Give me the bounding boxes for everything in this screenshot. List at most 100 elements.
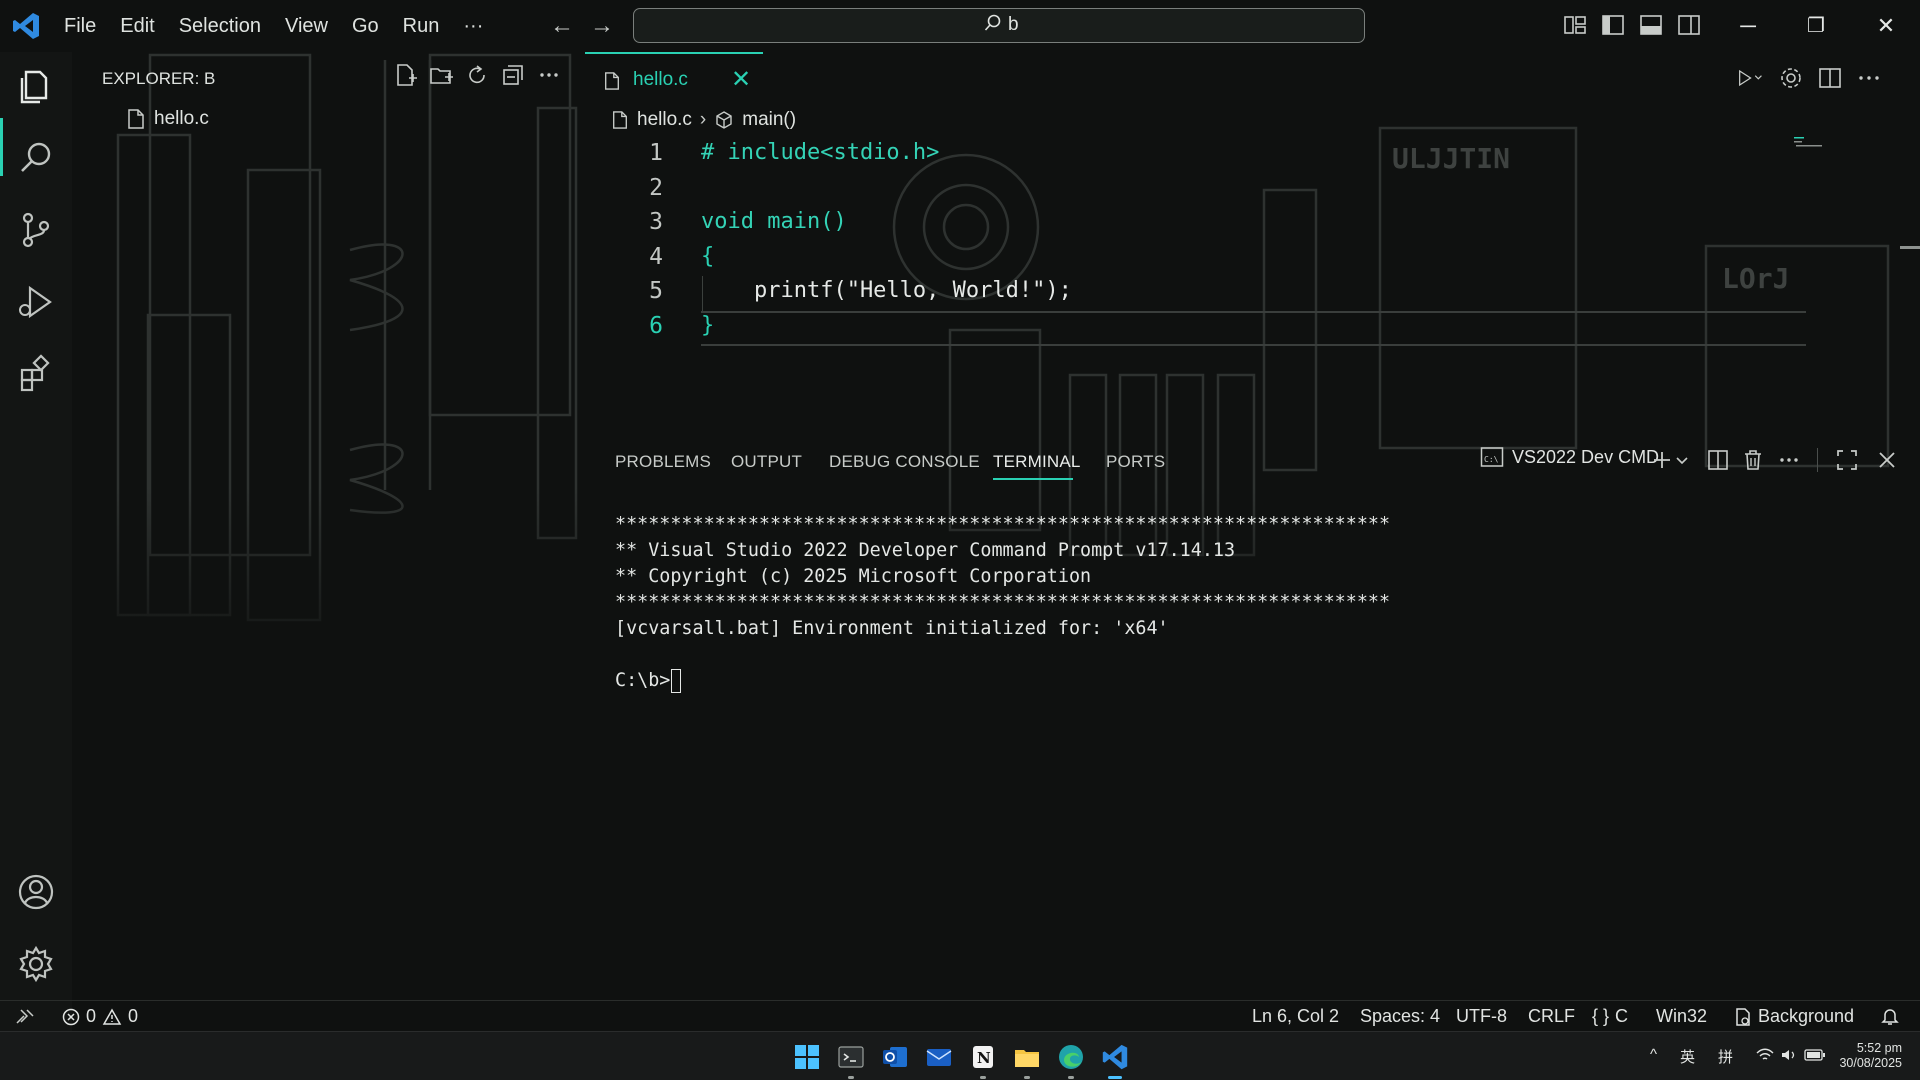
configuration[interactable]: Win32	[1656, 1006, 1707, 1027]
breadcrumb-symbol[interactable]: main()	[742, 109, 796, 131]
run-debug-dropdown-icon[interactable]	[1735, 64, 1763, 92]
menu-go[interactable]: Go	[340, 0, 391, 52]
code-editor[interactable]: 1 # include<stdio.h> 2 3 void main() 4 {…	[585, 136, 1885, 346]
search-query-text: b	[1008, 14, 1019, 35]
ime-language[interactable]: 英	[1680, 1046, 1695, 1067]
toggle-primary-sidebar-icon[interactable]	[1600, 12, 1626, 38]
remote-indicator[interactable]	[14, 1006, 36, 1026]
remote-icon	[16, 1009, 34, 1024]
volume-icon[interactable]	[1780, 1048, 1798, 1062]
chevron-up-icon[interactable]: ^	[1650, 1046, 1657, 1063]
cursor-position[interactable]: Ln 6, Col 2	[1252, 1006, 1339, 1027]
terminal-selector[interactable]: C:\ VS2022 Dev CMD	[1480, 446, 1659, 468]
terminal-line: [vcvarsall.bat] Environment initialized …	[615, 618, 1169, 639]
running-indicator	[1068, 1076, 1074, 1079]
tab-debug-console[interactable]: DEBUG CONSOLE	[829, 452, 980, 472]
vscode-app-icon[interactable]	[1100, 1042, 1130, 1072]
notion-icon[interactable]: N	[968, 1042, 998, 1072]
active-app-indicator	[1108, 1076, 1122, 1079]
windows-start-icon[interactable]	[792, 1042, 822, 1072]
tab-problems[interactable]: PROBLEMS	[615, 452, 711, 472]
run-and-debug-icon[interactable]	[14, 280, 58, 324]
menu-view[interactable]: View	[273, 0, 340, 52]
close-window-button[interactable]: ✕	[1866, 8, 1906, 44]
more-actions-icon[interactable]	[1855, 64, 1883, 92]
command-center-search[interactable]: b	[633, 8, 1365, 43]
wifi-icon[interactable]	[1756, 1048, 1774, 1062]
search-icon[interactable]	[14, 136, 58, 180]
file-icon	[128, 109, 144, 129]
more-actions-icon[interactable]	[536, 62, 562, 88]
new-folder-icon[interactable]	[428, 62, 454, 88]
language-mode[interactable]: { } C	[1592, 1006, 1628, 1027]
encoding[interactable]: UTF-8	[1456, 1006, 1507, 1027]
terminal-app-icon[interactable]	[836, 1042, 866, 1072]
file-tree-item[interactable]: hello.c	[126, 108, 209, 130]
svg-text:N: N	[977, 1049, 991, 1067]
back-arrow-icon[interactable]: ←	[548, 12, 576, 40]
refresh-icon[interactable]	[464, 62, 490, 88]
forward-arrow-icon[interactable]: →	[588, 12, 616, 40]
editor-group: hello.c ✕ hello.c › main() 1 # include<s…	[585, 52, 1920, 432]
source-control-icon[interactable]	[14, 208, 58, 252]
breadcrumb-file[interactable]: hello.c	[637, 109, 692, 131]
new-terminal-icon[interactable]	[1650, 448, 1674, 472]
tab-terminal[interactable]: TERMINAL	[993, 452, 1081, 472]
trash-icon[interactable]	[1741, 448, 1765, 472]
chevron-down-icon[interactable]	[1674, 448, 1690, 472]
close-tab-icon[interactable]: ✕	[731, 65, 751, 94]
settings-gear-icon[interactable]	[14, 942, 58, 986]
settings-gear-icon[interactable]	[1777, 64, 1805, 92]
toggle-secondary-sidebar-icon[interactable]	[1676, 12, 1702, 38]
tab-output[interactable]: OUTPUT	[731, 452, 802, 472]
explorer-sidebar: EXPLORER: B hello.c	[72, 52, 585, 1000]
split-editor-icon[interactable]	[1816, 64, 1844, 92]
minimize-button[interactable]: ─	[1728, 8, 1768, 44]
maximize-panel-icon[interactable]	[1835, 448, 1859, 472]
terminal-output[interactable]: ****************************************…	[615, 512, 1390, 694]
menu-selection[interactable]: Selection	[167, 0, 273, 52]
notifications-bell-icon[interactable]	[1880, 1006, 1900, 1026]
more-actions-icon[interactable]	[1777, 448, 1801, 472]
battery-icon[interactable]	[1804, 1048, 1826, 1062]
system-clock[interactable]: 5:52 pm 30/08/2025	[1839, 1041, 1902, 1071]
menu-file[interactable]: File	[52, 0, 108, 52]
extensions-icon[interactable]	[14, 352, 58, 396]
menu-run[interactable]: Run	[391, 0, 452, 52]
outlook-icon[interactable]	[880, 1042, 910, 1072]
toggle-panel-icon[interactable]	[1638, 12, 1664, 38]
title-bar: File Edit Selection View Go Run ··· ← → …	[0, 0, 1920, 52]
line-text: # include<stdio.h>	[701, 140, 940, 165]
accounts-icon[interactable]	[14, 870, 58, 914]
edge-browser-icon[interactable]	[1056, 1042, 1086, 1072]
close-panel-icon[interactable]	[1875, 448, 1899, 472]
explorer-icon[interactable]	[14, 64, 58, 108]
background-item[interactable]: Background	[1734, 1006, 1854, 1027]
new-file-icon[interactable]	[392, 62, 418, 88]
running-indicator	[848, 1076, 854, 1079]
tab-label: hello.c	[633, 69, 688, 90]
problems-indicator[interactable]: 0 0	[62, 1006, 138, 1027]
line-text: }	[701, 312, 715, 338]
line-number: 3	[649, 209, 663, 236]
running-indicator	[980, 1076, 986, 1079]
explorer-title: EXPLORER: B	[102, 69, 216, 88]
ime-mode[interactable]: 拼	[1718, 1046, 1733, 1067]
terminal-prompt-line: C:\b>	[615, 668, 1390, 694]
scrollbar-marker	[1900, 246, 1920, 249]
end-of-line[interactable]: CRLF	[1528, 1006, 1575, 1027]
minimap[interactable]	[1794, 136, 1824, 150]
customize-layout-icon[interactable]	[1562, 12, 1588, 38]
menu-more-button[interactable]: ···	[451, 0, 495, 52]
code-line: 5 printf("Hello, World!");	[585, 274, 1885, 309]
editor-tab-hello-c[interactable]: hello.c ✕	[585, 52, 763, 106]
clock-date: 30/08/2025	[1839, 1056, 1902, 1070]
restore-button[interactable]: ❐	[1796, 8, 1836, 44]
split-terminal-icon[interactable]	[1706, 448, 1730, 472]
mail-icon[interactable]	[924, 1042, 954, 1072]
indentation[interactable]: Spaces: 4	[1360, 1006, 1440, 1027]
file-explorer-icon[interactable]	[1012, 1042, 1042, 1072]
collapse-all-icon[interactable]	[500, 62, 526, 88]
tab-ports[interactable]: PORTS	[1106, 452, 1165, 472]
menu-edit[interactable]: Edit	[108, 0, 166, 52]
